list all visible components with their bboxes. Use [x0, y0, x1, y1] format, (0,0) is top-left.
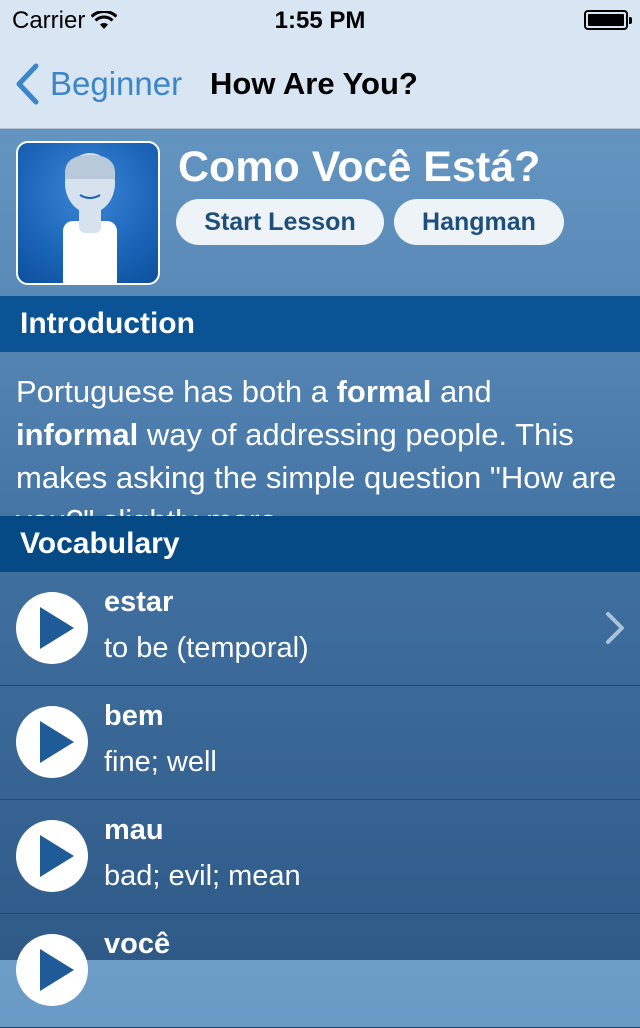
vocab-row-estar[interactable]: estar to be (temporal) — [0, 572, 640, 686]
vocab-row-bem[interactable]: bem fine; well — [0, 686, 640, 800]
vocab-word: mau — [104, 814, 164, 846]
play-audio-button[interactable] — [16, 820, 88, 892]
intro-bold-informal: informal — [16, 417, 139, 452]
introduction-text[interactable]: Portuguese has both a formal and informa… — [0, 352, 640, 516]
play-audio-button[interactable] — [16, 706, 88, 778]
status-bar: Carrier 1:55 PM — [0, 0, 640, 40]
start-lesson-button[interactable]: Start Lesson — [176, 199, 384, 245]
vocab-word: estar — [104, 586, 174, 618]
intro-text-part: Portuguese has both a — [16, 374, 337, 409]
vocab-meaning: fine; well — [104, 746, 217, 778]
lesson-title: Como Você Está? — [178, 143, 541, 191]
play-icon — [40, 949, 74, 991]
battery-nub — [629, 17, 632, 24]
play-icon — [40, 607, 74, 649]
battery-icon — [584, 10, 632, 30]
chevron-right-icon — [606, 612, 624, 644]
vocab-word: você — [104, 928, 171, 960]
vocab-word: bem — [104, 700, 164, 732]
vocab-meaning: bad; evil; mean — [104, 860, 301, 892]
battery-fill — [588, 14, 624, 26]
lesson-header: Como Você Está? Start Lesson Hangman — [0, 129, 640, 296]
intro-text-part: and — [431, 374, 492, 409]
play-audio-button[interactable] — [16, 934, 88, 1006]
back-button[interactable]: Beginner — [14, 62, 182, 106]
person-illustration-icon — [63, 153, 117, 283]
intro-bold-formal: formal — [336, 374, 432, 409]
lesson-avatar — [16, 141, 160, 285]
vocab-meaning: to be (temporal) — [104, 632, 309, 664]
play-audio-button[interactable] — [16, 592, 88, 664]
navigation-bar: Beginner How Are You? — [0, 40, 640, 129]
play-icon — [40, 835, 74, 877]
hangman-button[interactable]: Hangman — [394, 199, 564, 245]
play-icon — [40, 721, 74, 763]
vocab-row-voce[interactable]: você — [0, 914, 640, 1028]
status-time: 1:55 PM — [274, 7, 366, 34]
vocabulary-section-header: Vocabulary — [0, 516, 640, 572]
vocab-row-mau[interactable]: mau bad; evil; mean — [0, 800, 640, 914]
chevron-left-icon — [16, 63, 39, 105]
introduction-section-header: Introduction — [0, 296, 640, 352]
nav-title: How Are You? — [210, 66, 418, 101]
back-button-label: Beginner — [50, 65, 183, 102]
